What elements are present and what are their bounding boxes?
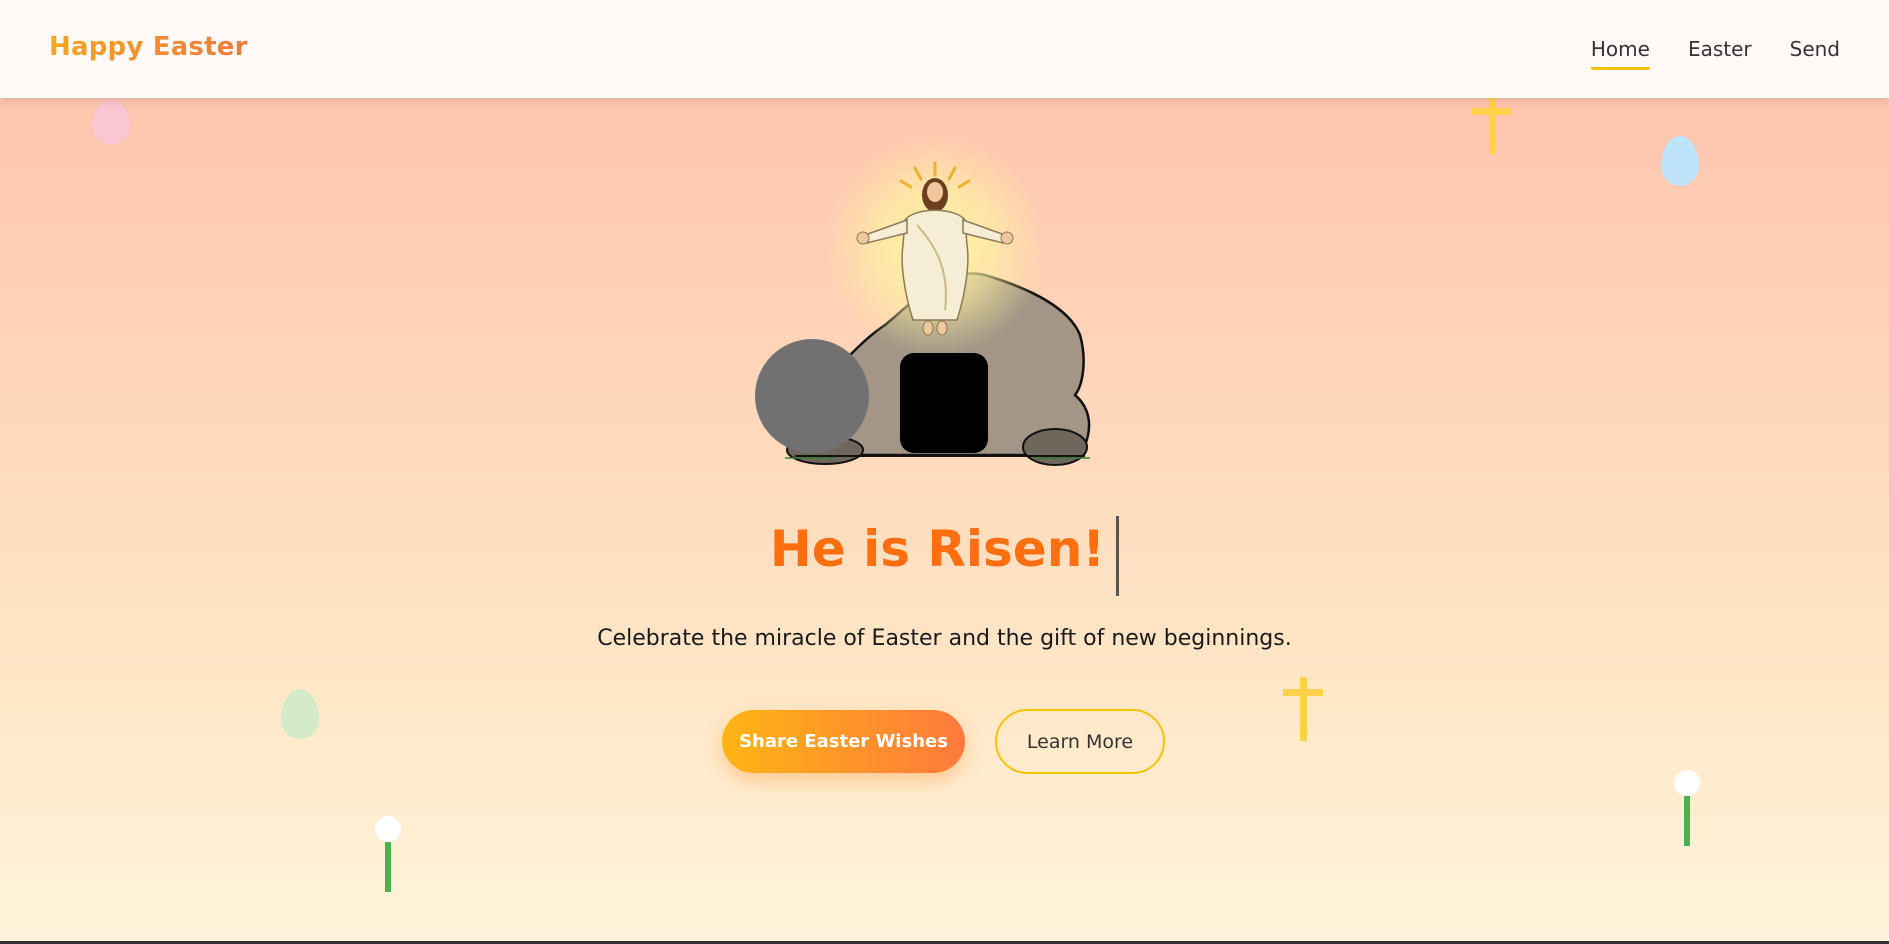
- typing-cursor: [1116, 516, 1120, 596]
- green-egg-icon: [281, 689, 319, 739]
- learn-more-button[interactable]: Learn More: [995, 709, 1165, 774]
- share-easter-wishes-button[interactable]: Share Easter Wishes: [722, 710, 965, 773]
- pink-egg-icon: [92, 100, 130, 144]
- nav-link-home[interactable]: Home: [1590, 37, 1651, 70]
- hero-title-text: He is Risen!: [769, 520, 1106, 578]
- brand-logo[interactable]: Happy Easter: [49, 32, 248, 62]
- navbar: Happy Easter Home Easter Send: [0, 0, 1889, 98]
- white-flower-icon: [375, 816, 401, 892]
- white-flower-icon: [1674, 770, 1700, 846]
- blue-egg-icon: [1661, 136, 1699, 186]
- rolled-stone: [755, 339, 869, 453]
- cross-icon: [1472, 98, 1512, 154]
- hero-subtitle: Celebrate the miracle of Easter and the …: [597, 626, 1292, 651]
- tomb-doorway: [900, 353, 988, 453]
- nav-link-easter[interactable]: Easter: [1688, 37, 1752, 67]
- hero-title: He is Risen!: [769, 516, 1120, 596]
- nav-links: Home Easter Send: [1590, 37, 1840, 70]
- nav-link-send[interactable]: Send: [1790, 37, 1840, 67]
- hero-title-wrap: He is Risen!: [0, 516, 1889, 596]
- cross-icon: [1283, 677, 1323, 741]
- resurrection-illustration: [735, 95, 1135, 475]
